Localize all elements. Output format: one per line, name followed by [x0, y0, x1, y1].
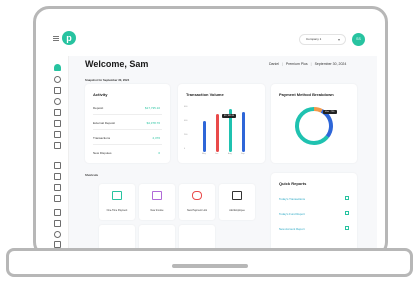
chevron-down-icon: ▾: [337, 37, 340, 42]
gift-icon[interactable]: [54, 220, 61, 227]
link-icon: [192, 191, 202, 200]
transaction-volume-card: Transaction Volume 600 400 200 0 May Jun…: [178, 84, 265, 163]
page-title: Welcome, Sam: [85, 59, 149, 69]
document-icon: [152, 191, 162, 200]
link-icon[interactable]: [54, 184, 61, 191]
y-tick: 0: [184, 148, 186, 150]
home-icon[interactable]: [54, 64, 61, 71]
monitor-icon: [112, 191, 122, 200]
activity-label: Transactions: [93, 136, 111, 140]
shortcut-label: New Invoice: [150, 209, 164, 212]
activity-value: $17,735.10: [144, 106, 160, 110]
crumb-name: Daniel: [269, 62, 279, 66]
activity-value: 2,376: [152, 136, 160, 140]
shortcut-new-invoice[interactable]: New Invoice: [139, 184, 175, 220]
activity-label: New Disputes: [93, 151, 112, 155]
top-bar: p Company 1 ▾ SS: [47, 22, 377, 56]
external-link-icon[interactable]: [345, 226, 349, 230]
x-tick: Aug: [228, 153, 232, 155]
chart-tooltip: $17,835.30: [222, 114, 237, 118]
activity-title: Activity: [93, 92, 108, 97]
payment-breakdown-card: Payment Method Breakdown Visa 73%: [271, 84, 357, 163]
chart-bar[interactable]: [203, 121, 206, 152]
tooltip-label: Visa: [325, 111, 329, 113]
sidebar: [47, 56, 69, 252]
y-tick: 400: [184, 120, 188, 122]
crumb-date: September 30, 2024: [314, 62, 347, 66]
breadcrumb: Daniel | Premium Plus | September 30, 2024: [269, 62, 347, 66]
activity-label: Deposit: [93, 106, 104, 110]
report-link[interactable]: Today's Transactions: [279, 197, 305, 201]
user-icon[interactable]: [54, 195, 61, 202]
shortcut-add-employee[interactable]: Add Employee: [219, 184, 255, 220]
shortcut-label: New Payment Link: [187, 209, 207, 212]
clock-icon[interactable]: [54, 76, 61, 83]
add-user-icon: [232, 191, 242, 200]
shortcut-one-time-payment[interactable]: One-Time Payment: [99, 184, 135, 220]
activity-row-new-disputes[interactable]: New Disputes 0: [93, 151, 160, 155]
receipt-icon[interactable]: [54, 173, 61, 180]
quick-reports-title: Quick Reports: [279, 181, 307, 186]
app-logo[interactable]: p: [62, 31, 76, 45]
volume-bars: [200, 106, 256, 152]
shortcut-new-payment-link[interactable]: New Payment Link: [179, 184, 215, 220]
company-select-value: Company 1: [306, 37, 322, 41]
activity-value: 0: [158, 151, 160, 155]
chart-bar[interactable]: [216, 113, 219, 152]
activity-row-deposit[interactable]: Deposit $17,735.10: [93, 106, 160, 110]
quick-reports-card: Quick Reports Today's Transactions Today…: [271, 173, 357, 252]
external-link-icon[interactable]: [345, 196, 349, 200]
activity-row-transactions[interactable]: Transactions 2,376: [93, 136, 160, 140]
avatar[interactable]: SS: [352, 33, 365, 46]
laptop-notch: [172, 264, 248, 268]
grid-icon[interactable]: [54, 87, 61, 94]
bag-icon[interactable]: [54, 209, 61, 216]
report-link[interactable]: New Account Report: [279, 227, 305, 231]
x-tick: Sep: [241, 153, 245, 155]
activity-row-external-deposit[interactable]: External Deposit $4,378.76: [93, 121, 160, 125]
company-select[interactable]: Company 1 ▾: [299, 34, 346, 45]
crumb-plan: Premium Plus: [285, 62, 308, 66]
lock-icon[interactable]: [54, 241, 61, 248]
shortcut-label: Add Employee: [229, 209, 245, 212]
chart-bar[interactable]: [242, 112, 245, 152]
report-link[interactable]: Today's Fund Report: [279, 212, 305, 216]
divider: [93, 144, 162, 145]
dashboard-screen: p Company 1 ▾ SS Welcome, Sam Daniel | Pre…: [47, 22, 377, 252]
settings-icon[interactable]: [54, 231, 61, 238]
menu-icon[interactable]: [53, 36, 59, 41]
file-icon[interactable]: [54, 142, 61, 149]
laptop-base: [6, 248, 413, 277]
external-link-icon[interactable]: [345, 211, 349, 215]
x-tick: May: [202, 153, 206, 155]
divider: [93, 129, 162, 130]
shortcut-label: One-Time Payment: [106, 209, 128, 212]
payment-title: Payment Method Breakdown: [279, 92, 334, 97]
terminal-icon[interactable]: [54, 162, 61, 169]
box-icon[interactable]: [54, 120, 61, 127]
activity-value: $4,378.76: [146, 121, 160, 125]
snapshot-label: Snapshot for September 30, 2024: [85, 78, 130, 82]
card-icon[interactable]: [54, 109, 61, 116]
activity-card: Activity Deposit $17,735.10 External Dep…: [85, 84, 170, 163]
x-tick: Jun: [215, 153, 219, 155]
shortcuts-title: Shortcuts: [85, 173, 99, 177]
donut-tooltip: Visa 73%: [323, 110, 337, 114]
divider: [93, 114, 162, 115]
refresh-icon[interactable]: [54, 98, 61, 105]
tooltip-value: 73%: [330, 111, 335, 113]
y-tick: 600: [184, 106, 188, 108]
y-tick: 200: [184, 134, 188, 136]
dollar-icon[interactable]: [54, 131, 61, 138]
activity-label: External Deposit: [93, 121, 116, 125]
volume-title: Transaction Volume: [186, 92, 224, 97]
